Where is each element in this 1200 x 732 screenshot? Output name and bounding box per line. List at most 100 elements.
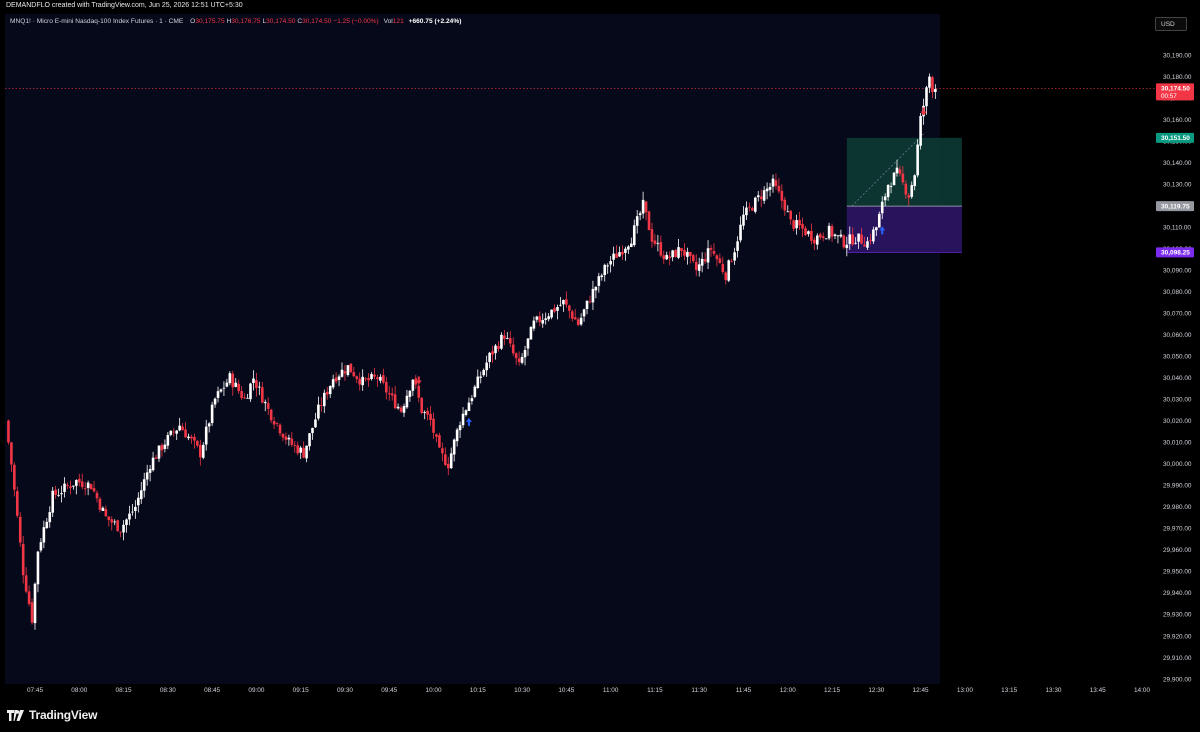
candle-body (839, 234, 843, 237)
candle-body (275, 422, 279, 424)
time-axis-tick-label: 07:45 (27, 687, 43, 694)
candle-body (384, 381, 388, 393)
tradingview-branding[interactable]: TradingView (7, 708, 97, 722)
price-axis-tick-label: 30,140.00 (1163, 160, 1192, 167)
candle-body (80, 481, 84, 488)
candle-body (349, 363, 353, 373)
candle-body (745, 207, 748, 216)
profit-zone[interactable] (846, 137, 962, 207)
symbol-legend[interactable]: MNQ1! · Micro E-mini Nasdaq-100 Index Fu… (10, 18, 461, 25)
candle-body (63, 483, 66, 492)
candle-body (638, 213, 642, 216)
candle-body (680, 248, 683, 252)
price-axis-tick-label: 30,070.00 (1163, 311, 1192, 318)
candle-body (169, 430, 173, 435)
candle-body (866, 241, 869, 248)
candle-body (355, 376, 359, 379)
candle-body (405, 395, 409, 408)
candle-body (331, 379, 335, 388)
candle-body (184, 429, 187, 438)
candle-body (686, 251, 689, 257)
candle-body (506, 338, 509, 339)
candle-body (101, 507, 105, 511)
candle-body (382, 375, 385, 383)
legend-volume-label: Vol (383, 18, 393, 25)
candle-body (408, 390, 412, 397)
price-axis-tick-label: 30,030.00 (1163, 397, 1192, 404)
candle-body (860, 234, 863, 244)
candle-body (662, 255, 666, 260)
candle-body (139, 490, 143, 500)
candle-body (674, 250, 677, 257)
candle-body (818, 234, 822, 238)
candle-body (396, 406, 400, 409)
candle-body (163, 444, 167, 449)
candle-body (72, 485, 75, 487)
candle-body (910, 185, 914, 197)
candle-body (417, 385, 421, 398)
candle-body (751, 208, 754, 211)
candle-body (461, 413, 465, 426)
candle-body (284, 436, 288, 440)
candle-body (656, 242, 660, 244)
time-axis-tick-label: 08:30 (160, 687, 176, 694)
time-axis-tick-label: 09:00 (248, 687, 264, 694)
chart-caption: DEMANDFLO created with TradingView.com, … (6, 2, 243, 9)
candle-body (931, 77, 934, 93)
price-axis-tick-label: 29,980.00 (1163, 504, 1192, 511)
candle-body (650, 229, 654, 242)
candle-body (452, 439, 456, 455)
candle-body (934, 88, 937, 93)
candle-body (520, 356, 524, 363)
candle-body (426, 410, 429, 415)
candle-body (444, 454, 447, 465)
candle-body (880, 201, 884, 214)
candle-body (390, 393, 394, 396)
time-axis-tick-label: 11:30 (691, 687, 707, 694)
candle-body (886, 184, 890, 197)
candle-body (252, 378, 255, 383)
candle-body (86, 482, 90, 488)
candle-body (364, 378, 367, 380)
candle-body (810, 230, 813, 241)
candle-body (95, 492, 99, 499)
candle-body (213, 398, 217, 405)
candle-body (907, 195, 911, 198)
candle-body (258, 386, 261, 388)
candle-body (792, 220, 795, 229)
candle-body (119, 531, 122, 533)
candle-body (786, 211, 790, 213)
candle-body (325, 391, 329, 395)
candle-body (901, 173, 905, 183)
candle-body (594, 286, 598, 291)
candle-body (491, 351, 494, 355)
candle-body (145, 472, 149, 480)
candle-body (243, 397, 246, 399)
candle-body (429, 413, 432, 420)
time-axis-tick-label: 12:30 (868, 687, 884, 694)
candle-body (435, 434, 438, 437)
candle-body (322, 392, 326, 407)
candle-body (27, 591, 31, 604)
candle-body (261, 387, 264, 403)
candle-body (762, 190, 766, 201)
candle-body (137, 497, 140, 506)
candle-body (13, 464, 16, 490)
candle-body (497, 346, 500, 349)
candle-body (789, 210, 793, 220)
candle-body (677, 247, 680, 258)
candle-body (367, 377, 370, 381)
candle-body (668, 256, 671, 259)
candle-body (373, 374, 376, 377)
price-chart[interactable]: 29,900.00 29,910.00 29,920.00 29,930.00 29,9… (5, 14, 1195, 698)
candle-body (591, 288, 595, 303)
currency-selector[interactable]: USD (1155, 17, 1187, 31)
candle-body (240, 391, 243, 398)
candle-body (541, 320, 545, 324)
candle-body (845, 244, 849, 249)
candle-body (585, 300, 589, 310)
candle-body (570, 311, 574, 319)
time-axis-tick-label: 11:15 (647, 687, 663, 694)
candle-body (296, 445, 300, 454)
time-axis-tick-label: 12:15 (824, 687, 840, 694)
